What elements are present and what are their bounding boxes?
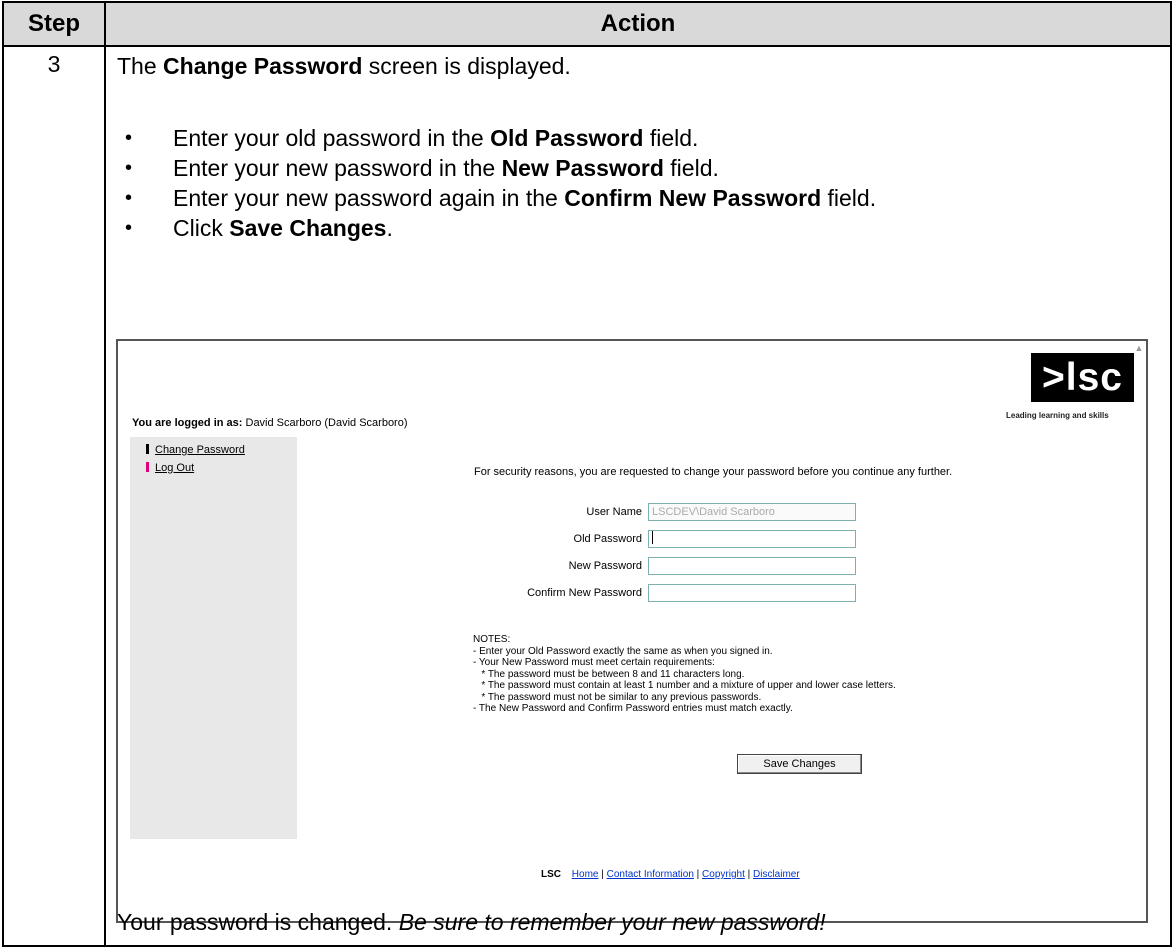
security-message: For security reasons, you are requested … — [474, 466, 953, 478]
embedded-screenshot: ▲ >lsc Leading learning and skills You a… — [116, 339, 1148, 923]
footer-link-contact[interactable]: Contact Information — [607, 869, 694, 880]
new-password-label: New Password — [568, 560, 642, 572]
instruction-list: Enter your old password in the Old Passw… — [117, 123, 876, 243]
user-name-field: LSCDEV\David Scarboro — [648, 503, 856, 521]
sidebar-item-change-password[interactable]: Change Password — [146, 444, 245, 456]
old-password-label: Old Password — [573, 533, 642, 545]
footer-link-copyright[interactable]: Copyright — [702, 869, 745, 880]
sidebar: Change Password Log Out — [130, 437, 297, 839]
footer-brand: LSC — [541, 869, 561, 880]
intro-post: screen is displayed. — [362, 53, 571, 79]
logged-in-info: You are logged in as: David Scarboro (Da… — [132, 417, 408, 429]
list-item: Enter your new password in the New Passw… — [117, 153, 876, 183]
password-notes: NOTES: - Enter your Old Password exactly… — [473, 634, 896, 714]
intro-bold: Change Password — [163, 53, 363, 79]
user-name-label: User Name — [586, 506, 642, 518]
instruction-table: Step Action 3 The Change Password screen… — [2, 1, 1172, 947]
step-column-header: Step — [2, 1, 106, 47]
intro-text: The Change Password screen is displayed. — [117, 53, 571, 80]
list-item: Enter your old password in the Old Passw… — [117, 123, 876, 153]
text-caret — [652, 531, 653, 544]
logged-in-user: David Scarboro (David Scarboro) — [242, 417, 408, 429]
old-password-field[interactable] — [648, 530, 856, 548]
footer-link-home[interactable]: Home — [572, 869, 599, 880]
action-column-header: Action — [104, 1, 1172, 47]
action-cell: The Change Password screen is displayed.… — [104, 45, 1172, 947]
new-password-field[interactable] — [648, 557, 856, 575]
logged-in-label: You are logged in as: — [132, 417, 243, 429]
intro-pre: The — [117, 53, 164, 79]
save-changes-button[interactable]: Save Changes — [737, 754, 862, 774]
scroll-up-icon[interactable]: ▲ — [1134, 343, 1144, 353]
lsc-logo: >lsc — [1031, 353, 1134, 402]
footer: LSC Home | Contact Information | Copyrig… — [541, 869, 800, 880]
outro-italic: Be sure to remember your new password! — [398, 909, 826, 935]
outro-plain: Your password is changed. — [117, 909, 399, 935]
list-item: Enter your new password again in the Con… — [117, 183, 876, 213]
bullet-marker-icon — [146, 462, 149, 472]
confirm-password-field[interactable] — [648, 584, 856, 602]
outro-text: Your password is changed. Be sure to rem… — [117, 909, 826, 936]
step-number: 3 — [2, 45, 106, 947]
sidebar-item-log-out[interactable]: Log Out — [146, 462, 194, 474]
logo-tagline: Leading learning and skills — [1006, 411, 1109, 420]
list-item: Click Save Changes. — [117, 213, 876, 243]
confirm-password-label: Confirm New Password — [527, 587, 642, 599]
bullet-marker-icon — [146, 444, 149, 454]
footer-link-disclaimer[interactable]: Disclaimer — [753, 869, 800, 880]
